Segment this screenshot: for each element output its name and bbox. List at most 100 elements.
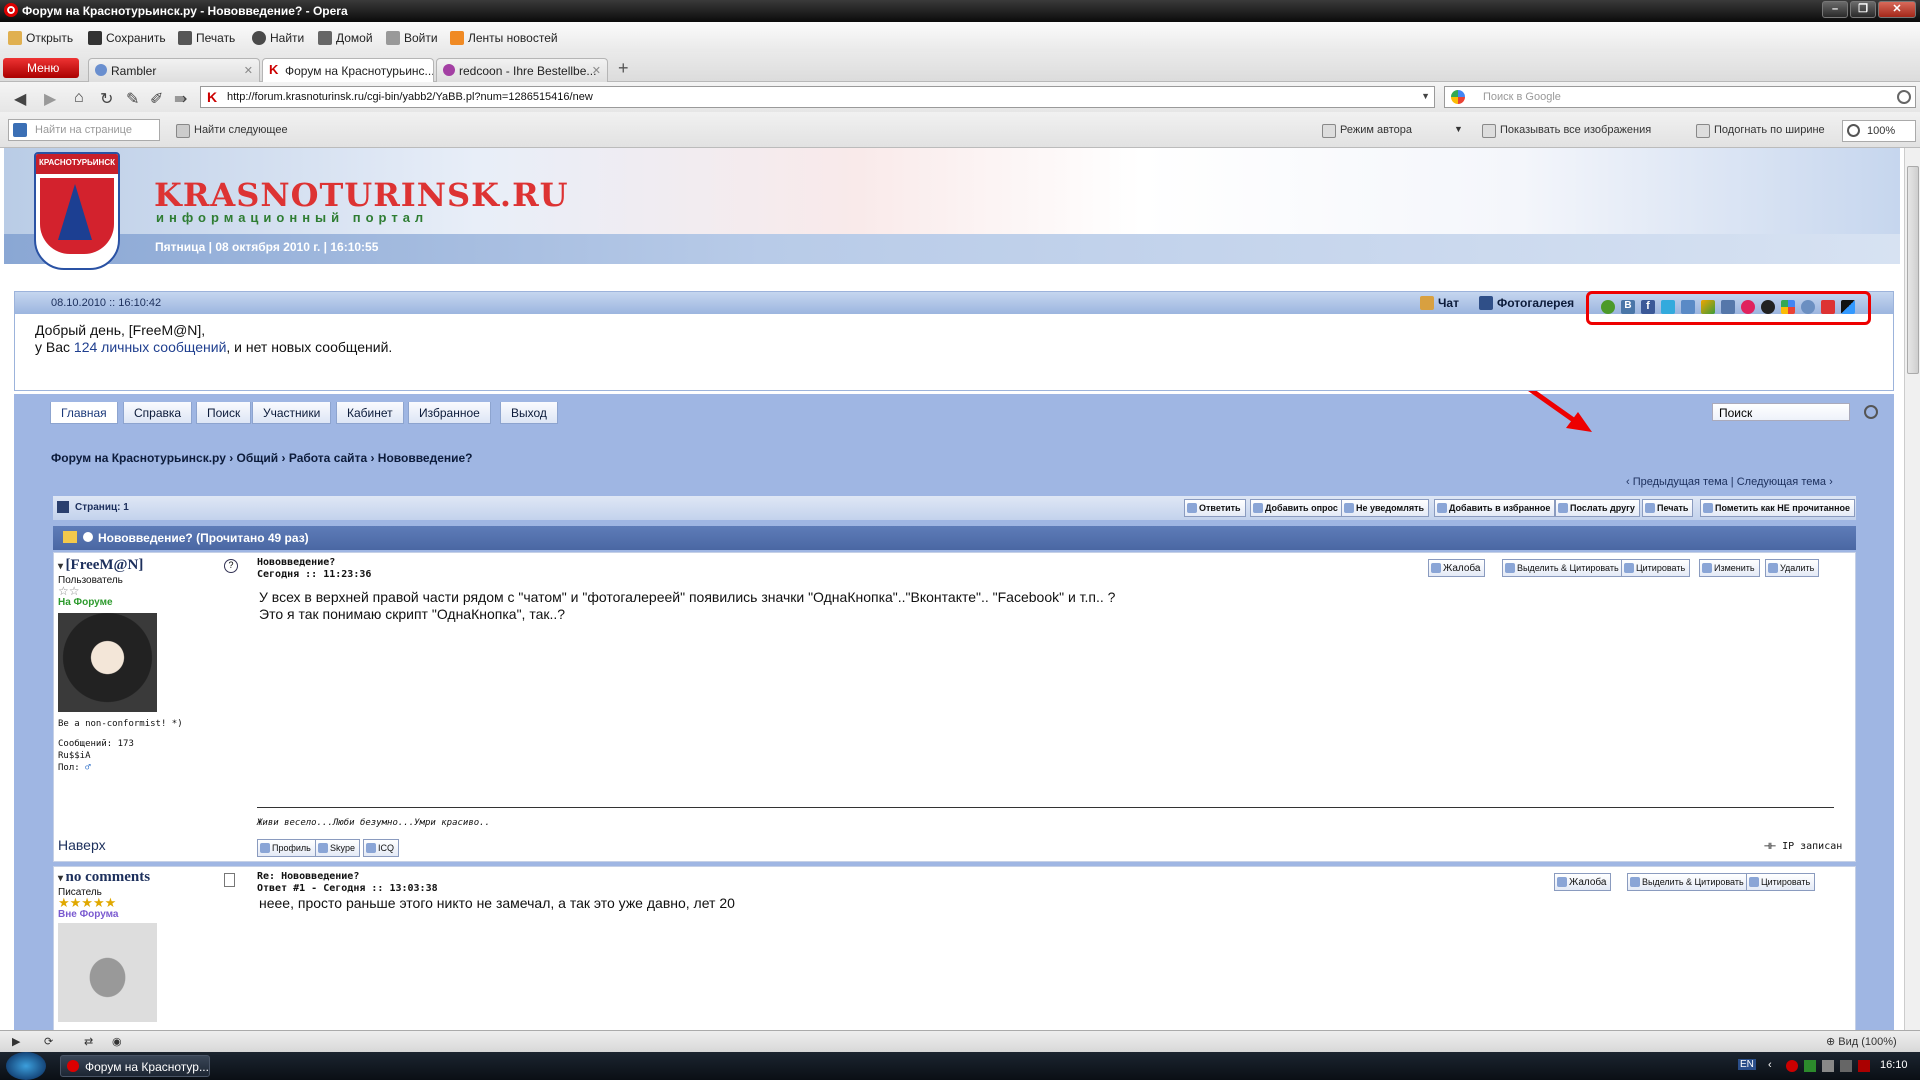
mailru-icon[interactable] [1701, 300, 1715, 314]
vkontakte-icon[interactable]: B [1621, 300, 1635, 314]
bookmark-clip-icon[interactable] [1721, 300, 1735, 314]
livejournal-icon[interactable] [1761, 300, 1775, 314]
report-button[interactable]: Жалоба [1554, 873, 1612, 891]
zoom-select[interactable]: 100% [1842, 120, 1916, 142]
back-to-top-link[interactable]: Наверх [58, 837, 106, 853]
skype-button[interactable]: Skype [315, 839, 361, 857]
delete-button[interactable]: Удалить [1765, 559, 1820, 577]
close-tab-icon[interactable]: ✕ [244, 64, 253, 77]
close-button[interactable]: ✕ [1878, 1, 1916, 18]
edit-button[interactable]: Изменить [1699, 559, 1760, 577]
page-scrollbar[interactable] [1904, 148, 1920, 1030]
unsubscribe-button[interactable]: Не уведомлять [1341, 499, 1430, 517]
select-quote-button[interactable]: Выделить & Цитировать [1627, 873, 1749, 891]
show-images-button[interactable]: Показывать все изображения [1482, 124, 1651, 138]
delicious-icon[interactable] [1841, 300, 1855, 314]
zoom-status[interactable]: ⊕ Вид (100%) [1826, 1035, 1897, 1048]
author-mode-button[interactable]: Режим автора [1322, 124, 1412, 138]
clock[interactable]: 16:10 [1880, 1059, 1908, 1071]
fit-width-button[interactable]: Подогнать по ширине [1696, 124, 1825, 138]
taskbar-opera-window[interactable]: Форум на Краснотур... [60, 1055, 210, 1077]
login-button[interactable]: Войти [386, 31, 438, 45]
panel-toggle-icon[interactable]: ▶ [12, 1035, 20, 1048]
odnaknopka-icon[interactable] [1601, 300, 1615, 314]
nav-logout[interactable]: Выход [500, 402, 558, 424]
nav-favorites[interactable]: Избранное [408, 402, 491, 424]
author-name[interactable]: ▾ [FreeM@N] [58, 557, 143, 574]
find-next-button[interactable]: Найти следующее [176, 124, 288, 138]
scrollbar-thumb[interactable] [1907, 166, 1919, 374]
nav-cabinet[interactable]: Кабинет [336, 402, 404, 424]
moikrug-icon[interactable] [1681, 300, 1695, 314]
quote-button[interactable]: Цитировать [1621, 559, 1691, 577]
minimize-button[interactable]: – [1822, 1, 1848, 18]
profile-button[interactable]: Профиль [257, 839, 316, 857]
forum-search-icon[interactable] [1864, 405, 1878, 419]
add-poll-button[interactable]: Добавить опрос [1250, 499, 1343, 517]
tray-opera-icon[interactable] [1786, 1060, 1798, 1072]
google-search-input[interactable]: Поиск в Google [1444, 86, 1916, 108]
tray-network-icon[interactable] [1804, 1060, 1816, 1072]
maximize-button[interactable]: ❐ [1850, 1, 1876, 18]
opera-menu-button[interactable]: Меню [3, 58, 79, 78]
nav-home[interactable]: Главная [50, 402, 118, 424]
unite-icon[interactable]: ⇄ [84, 1035, 93, 1048]
print-topic-button[interactable]: Печать [1642, 499, 1694, 517]
fast-forward-icon[interactable]: ⇛ [174, 89, 187, 109]
pen-icon[interactable]: ✎ [126, 89, 139, 109]
avatar[interactable] [58, 923, 157, 1022]
find-on-page-input[interactable]: Найти на странице [8, 119, 160, 141]
nav-members[interactable]: Участники [252, 402, 332, 424]
memori-icon[interactable] [1821, 300, 1835, 314]
print-button[interactable]: Печать [178, 31, 235, 45]
breadcrumb[interactable]: Форум на Краснотурьинск.ру › Общий › Раб… [51, 451, 473, 465]
forward-icon[interactable]: ▶ [44, 89, 56, 109]
gallery-link[interactable]: Фотогалерея [1479, 296, 1574, 310]
report-button[interactable]: Жалоба [1428, 559, 1486, 577]
add-favorite-button[interactable]: Добавить в избранное [1434, 499, 1556, 517]
blogger-icon[interactable] [1801, 300, 1815, 314]
language-indicator[interactable]: EN [1738, 1059, 1756, 1070]
address-input[interactable]: Khttp://forum.krasnoturinsk.ru/cgi-bin/y… [200, 86, 1435, 108]
home-button[interactable]: Домой [318, 31, 373, 45]
city-crest-logo[interactable]: КРАСНОТУРЬИНСК [34, 152, 120, 270]
new-tab-button[interactable]: + [618, 58, 629, 79]
select-quote-button[interactable]: Выделить & Цитировать [1502, 559, 1624, 577]
nav-search[interactable]: Поиск [196, 402, 252, 424]
prev-next-topic[interactable]: ‹ Предыдущая тема | Следующая тема › [1626, 476, 1833, 488]
star-icon[interactable] [1741, 300, 1755, 314]
author-mode-dropdown-icon[interactable]: ▼ [1454, 124, 1463, 134]
open-button[interactable]: Открыть [8, 31, 73, 45]
back-icon[interactable]: ◀ [14, 89, 26, 109]
chat-link[interactable]: Чат [1420, 296, 1459, 310]
facebook-icon[interactable]: f [1641, 300, 1655, 314]
tray-expand-icon[interactable]: ‹ [1768, 1059, 1772, 1071]
home-icon[interactable]: ⌂ [74, 89, 84, 107]
tab-forum[interactable]: K Форум на Краснотурьинс... [262, 58, 434, 83]
tray-volume-icon[interactable] [1822, 1060, 1834, 1072]
icq-button[interactable]: ICQ [363, 839, 400, 857]
sync-icon[interactable]: ⟳ [44, 1035, 53, 1048]
forum-search-input[interactable]: Поиск [1712, 403, 1850, 421]
tab-rambler[interactable]: Rambler ✕ [88, 58, 260, 82]
find-button[interactable]: Найти [252, 31, 304, 45]
send-friend-button[interactable]: Послать другу [1555, 499, 1640, 517]
twitter-icon[interactable] [1661, 300, 1675, 314]
avatar[interactable] [58, 613, 157, 712]
save-button[interactable]: Сохранить [88, 31, 166, 45]
dropdown-arrow-icon[interactable]: ▼ [1421, 91, 1430, 101]
wand-icon[interactable]: ✐ [150, 89, 163, 109]
search-go-icon[interactable] [1897, 90, 1911, 104]
tray-monitor-icon[interactable] [1840, 1060, 1852, 1072]
site-name[interactable]: KRASNOTURINSK.RU [154, 176, 569, 214]
google-bookmarks-icon[interactable] [1781, 300, 1795, 314]
turbo-icon[interactable]: ◉ [112, 1035, 122, 1048]
close-tab-icon[interactable]: ✕ [592, 64, 601, 77]
reload-icon[interactable]: ↻ [100, 89, 113, 109]
feeds-button[interactable]: Ленты новостей [450, 31, 558, 45]
tray-security-icon[interactable] [1858, 1060, 1870, 1072]
mark-unread-button[interactable]: Пометить как НЕ прочитанное [1700, 499, 1856, 517]
reply-button[interactable]: Ответить [1184, 499, 1246, 517]
private-messages-link[interactable]: 124 личных сообщений [74, 339, 226, 355]
nav-help[interactable]: Справка [123, 402, 193, 424]
